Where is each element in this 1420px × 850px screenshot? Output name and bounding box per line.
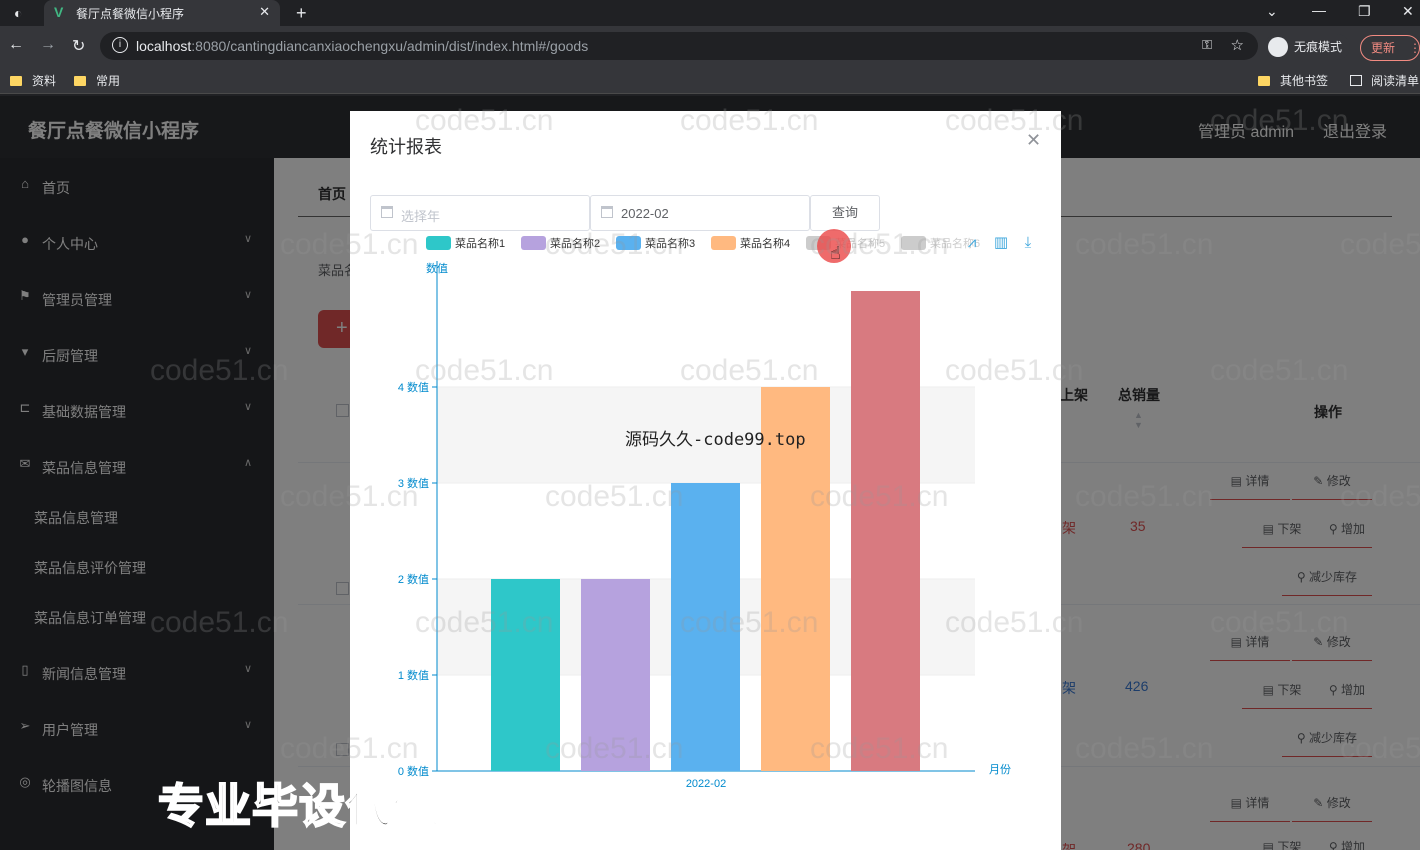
browser-tab[interactable]: V 餐厅点餐微信小程序 ✕ [44,0,280,26]
folder-icon [74,76,86,86]
bookmarks-bar: 资料 常用 其他书签 阅读清单 [0,66,1420,94]
browser-tab-strip: ◐ V 餐厅点餐微信小程序 ✕ + ⌄ — ❐ ✕ [0,0,1420,26]
bookmark-star-icon[interactable]: ☆ [1231,36,1244,54]
promo-overlay-text: 专业毕设代做 [157,779,440,833]
y-tick-label: 4 数值 [398,381,429,394]
tab-search-icon[interactable]: ⌄ [1266,3,1278,20]
address-bar-row: ← → ↻ i localhost:8080/cantingdiancanxia… [0,26,1420,66]
update-label: 更新 [1371,41,1396,55]
other-bookmarks[interactable]: 其他书签 [1258,72,1328,89]
back-icon[interactable]: ← [8,36,24,54]
source-watermark: 源码久久-code99.top [625,430,806,450]
y-tick-label: 3 数值 [398,477,429,490]
new-tab-icon[interactable]: + [296,3,307,24]
statistics-dialog: 统计报表 ✕ 选择年 2022-02 查询 菜品名称1 菜品名称2 菜品名称3 … [350,111,1061,850]
bar-chart: 0 数值1 数值2 数值3 数值4 数值数值月份2022-02 [398,261,1011,790]
kebab-menu-icon[interactable]: ⋮ [1409,36,1420,60]
bar [671,483,740,771]
bar [851,291,920,771]
forward-icon[interactable]: → [40,36,56,54]
bookmark-folder[interactable]: 资料 [10,72,56,89]
browser-menu-icon[interactable]: ◐ [14,5,22,21]
minimize-icon[interactable]: — [1312,2,1326,18]
bar [581,579,650,771]
y-tick-label: 1 数值 [398,669,429,682]
x-axis-title: 月份 [989,763,1011,776]
restore-icon[interactable]: ❐ [1358,3,1371,20]
site-info-icon[interactable]: i [112,37,128,53]
reading-list-icon [1350,75,1362,86]
bookmark-folder[interactable]: 常用 [74,72,120,89]
folder-icon [10,76,22,86]
window-close-icon[interactable]: ✕ [1402,3,1414,20]
reading-list[interactable]: 阅读清单 [1350,72,1419,89]
incognito-label: 无痕模式 [1294,40,1343,54]
incognito-icon [1268,37,1288,57]
bar [491,579,560,771]
url-text: localhost:8080/cantingdiancanxiaochengxu… [136,38,589,54]
x-tick-label: 2022-02 [686,778,726,790]
incognito-badge[interactable]: 无痕模式 [1264,34,1351,60]
password-key-icon[interactable]: ⚿ [1202,37,1212,53]
reload-icon[interactable]: ↻ [72,36,85,56]
pointer-cursor-icon: ☝ [830,243,841,263]
vue-logo-icon: V [54,4,64,20]
folder-icon [1258,76,1270,86]
y-tick-label: 2 数值 [398,573,429,586]
tab-title: 餐厅点餐微信小程序 [76,7,185,21]
update-button[interactable]: 更新 ⋮ [1360,35,1420,61]
y-axis-title: 数值 [426,262,448,275]
url-input[interactable]: i localhost:8080/cantingdiancanxiaocheng… [100,32,1258,60]
close-tab-icon[interactable]: ✕ [259,4,270,20]
